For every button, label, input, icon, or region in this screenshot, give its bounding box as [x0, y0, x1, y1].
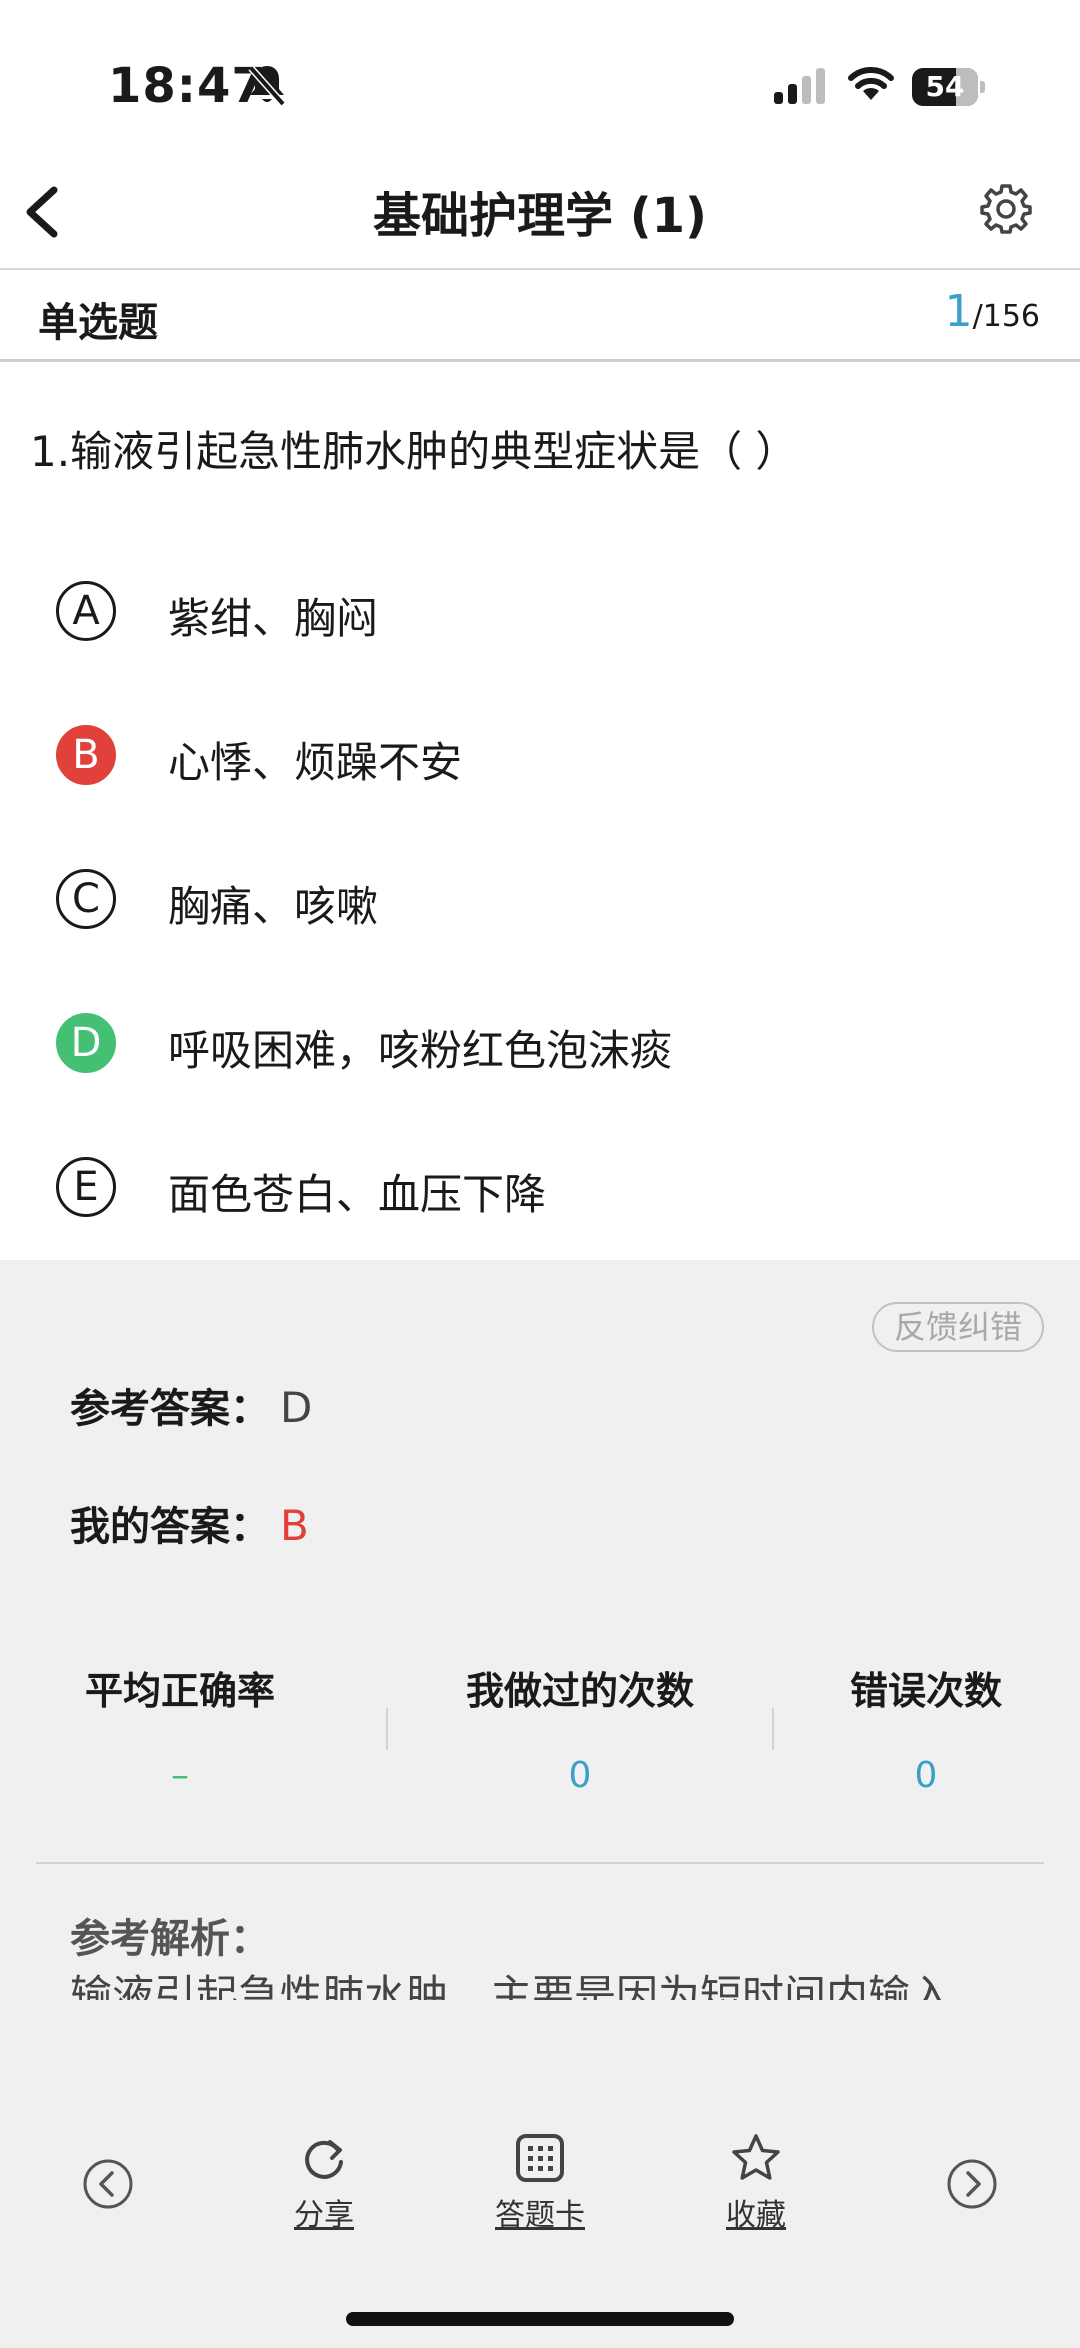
question-text: 1.输液引起急性肺水肿的典型症状是（ ）: [30, 427, 798, 476]
favorite-button[interactable]: 收藏: [686, 2132, 826, 2234]
gear-icon[interactable]: [980, 182, 1032, 234]
grid-icon: [516, 2134, 564, 2182]
status-time: 18:47: [108, 58, 266, 114]
stat-value: 0: [914, 1755, 938, 1796]
divider: [36, 1862, 1044, 1864]
option-text: 胸痛、咳嗽: [168, 882, 379, 931]
page-title: 基础护理学 (1): [373, 188, 707, 244]
option-marker: C: [56, 869, 116, 929]
share-button[interactable]: 分享: [254, 2132, 394, 2234]
question-current: 1: [944, 286, 973, 337]
bell-slash-icon: [248, 65, 286, 107]
my-answer-row: 我的答案： B: [70, 1494, 309, 1552]
question-type-bar: 单选题 1/156: [0, 272, 1080, 362]
option-d[interactable]: D 呼吸困难，咳粉红色泡沫痰: [56, 1003, 1016, 1083]
battery-indicator: 54: [912, 68, 986, 106]
question-counter: 1/156: [945, 286, 1040, 337]
share-label: 分享: [294, 2198, 354, 2233]
status-bar: 18:47 54: [0, 0, 1080, 150]
reference-answer-label: 参考答案：: [70, 1386, 270, 1432]
circle-chevron-left-icon[interactable]: [82, 2158, 134, 2210]
battery-level: 54: [925, 70, 965, 103]
reference-answer-value: D: [280, 1383, 313, 1432]
navbar: 基础护理学 (1): [0, 150, 1080, 270]
option-marker-wrong: B: [56, 725, 116, 785]
share-icon: [305, 2140, 343, 2179]
option-marker-correct: D: [56, 1013, 116, 1073]
stat-attempts: 我做过的次数 0: [430, 1660, 730, 1796]
cellular-signal-icon: [774, 68, 825, 104]
question-type: 单选题: [38, 300, 158, 346]
stat-value: –: [171, 1755, 189, 1796]
answer-card-label: 答题卡: [495, 2198, 585, 2233]
reference-answer-row: 参考答案： D: [70, 1376, 312, 1434]
stat-label: 平均正确率: [84, 1669, 275, 1713]
question-total: /156: [972, 299, 1040, 334]
option-e[interactable]: E 面色苍白、血压下降: [56, 1147, 1016, 1227]
analysis-title: 参考解析：: [70, 1916, 270, 1962]
stat-value: 0: [568, 1755, 592, 1796]
option-b[interactable]: B 心悸、烦躁不安: [56, 715, 1016, 795]
favorite-label: 收藏: [726, 2198, 786, 2233]
option-a[interactable]: A 紫绀、胸闷: [56, 571, 1016, 651]
wifi-icon: [848, 67, 894, 100]
option-marker: A: [56, 581, 116, 641]
my-answer-label: 我的答案：: [70, 1504, 270, 1550]
stat-label: 错误次数: [849, 1669, 1002, 1713]
stat-errors: 错误次数 0: [776, 1660, 1076, 1796]
circle-chevron-right-icon[interactable]: [946, 2158, 998, 2210]
option-text: 面色苍白、血压下降: [168, 1170, 547, 1219]
option-text: 呼吸困难，咳粉红色泡沫痰: [168, 1026, 673, 1075]
analysis-body: 输液引起急性肺水肿，主要是因为短时间内输入: [70, 1970, 1030, 2000]
star-icon: [732, 2134, 780, 2180]
stat-divider: [386, 1708, 388, 1750]
option-marker: E: [56, 1157, 116, 1217]
answer-card-button[interactable]: 答题卡: [470, 2132, 610, 2234]
my-answer-value: B: [280, 1501, 309, 1550]
stat-accuracy: 平均正确率 –: [30, 1660, 330, 1796]
stat-label: 我做过的次数: [465, 1669, 694, 1713]
option-text: 紫绀、胸闷: [168, 594, 379, 643]
analysis-text: 输液引起急性肺水肿，主要是因为短时间内输入: [70, 1971, 953, 2000]
home-indicator: [346, 2312, 734, 2326]
feedback-button[interactable]: 反馈纠错: [872, 1302, 1044, 1352]
option-text: 心悸、烦躁不安: [168, 738, 463, 787]
stat-divider: [772, 1708, 774, 1750]
option-c[interactable]: C 胸痛、咳嗽: [56, 859, 1016, 939]
